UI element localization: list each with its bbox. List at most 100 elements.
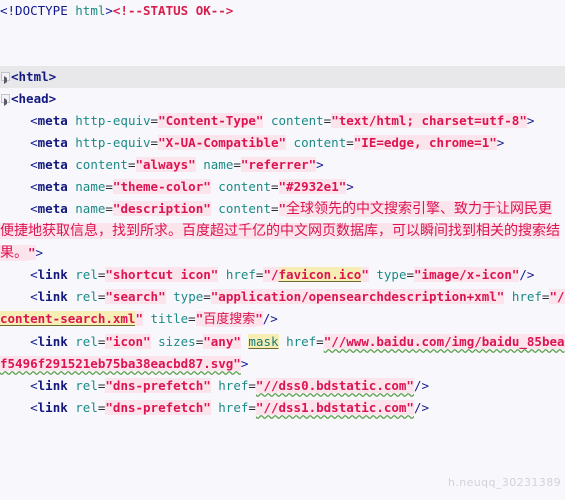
tag-close: > bbox=[240, 356, 249, 371]
code-line-link-dns-prefetch-2[interactable]: <link rel="dns-prefetch" href="//dss1.bd… bbox=[0, 397, 565, 419]
tag-open-bracket: < bbox=[30, 113, 38, 128]
code-line-head-open[interactable]: <head> bbox=[0, 88, 565, 110]
attr-value-shortcut-icon: "shortcut icon" bbox=[105, 267, 219, 282]
equals: = bbox=[105, 179, 113, 194]
code-line-doctype[interactable]: <!DOCTYPE html><!--STATUS OK--> bbox=[0, 0, 565, 22]
attr-value-dss0-host: "//dss0.bdstatic.com" bbox=[255, 378, 414, 393]
equals: = bbox=[203, 289, 211, 304]
attr-content: content bbox=[293, 135, 347, 150]
meta-tag: meta bbox=[37, 135, 68, 150]
tag-close: > bbox=[496, 135, 505, 150]
tag-close: > bbox=[526, 113, 535, 128]
tag-open-bracket: < bbox=[30, 135, 38, 150]
meta-tag: meta bbox=[37, 179, 68, 194]
tag-close: > bbox=[346, 179, 354, 194]
attr-value-content-type: "Content-Type" bbox=[158, 113, 264, 128]
link-tag: link bbox=[37, 378, 68, 393]
tag-close: > bbox=[316, 157, 324, 172]
attr-href: href bbox=[225, 267, 256, 282]
attr-href: href bbox=[511, 289, 542, 304]
meta-tag: meta bbox=[37, 157, 68, 172]
attr-title: title bbox=[150, 311, 189, 326]
attr-name: name bbox=[75, 201, 106, 216]
equals: = bbox=[248, 378, 256, 393]
attr-value-any: "any" bbox=[203, 334, 241, 349]
code-line-link-dns-prefetch-1[interactable]: <link rel="dns-prefetch" href="//dss0.bd… bbox=[0, 375, 565, 397]
code-line-meta-content-type[interactable]: <meta http-equiv="Content-Type" content=… bbox=[0, 110, 565, 132]
attr-value-ie-edge: "IE=edge, chrome=1" bbox=[353, 135, 497, 150]
status-comment: <!--STATUS OK--> bbox=[112, 3, 234, 18]
equals: = bbox=[127, 157, 136, 172]
tag-open-bracket: < bbox=[30, 289, 38, 304]
equals: = bbox=[270, 179, 279, 194]
attr-value-dss1-host: "//dss1.bdstatic.com" bbox=[255, 400, 414, 415]
attr-value-dns-prefetch: "dns-prefetch" bbox=[105, 400, 211, 415]
equals: = bbox=[150, 135, 159, 150]
equals: = bbox=[105, 201, 113, 216]
attr-name: name bbox=[203, 157, 234, 172]
equals: = bbox=[270, 201, 279, 216]
href-quote-close: " bbox=[361, 267, 369, 282]
doctype-close: > bbox=[105, 3, 113, 18]
title-value-chinese: 百度搜索 bbox=[203, 312, 256, 327]
fold-toggle-icon[interactable] bbox=[1, 72, 10, 84]
code-line-empty-2 bbox=[0, 44, 565, 66]
attr-content: content bbox=[270, 113, 324, 128]
code-line-html-open[interactable]: <html> bbox=[0, 66, 565, 88]
doctype-open: <!DOCTYPE bbox=[0, 3, 68, 18]
mask-keyword[interactable]: mask bbox=[248, 334, 279, 349]
code-line-link-search[interactable]: <link rel="search" type="application/ope… bbox=[0, 286, 565, 331]
code-line-meta-description[interactable]: <meta name="description" content="全球领先的中… bbox=[0, 198, 565, 264]
code-line-link-favicon[interactable]: <link rel="shortcut icon" href="/favicon… bbox=[0, 264, 565, 286]
code-line-meta-x-ua[interactable]: <meta http-equiv="X-UA-Compatible" conte… bbox=[0, 132, 565, 154]
content-search-link[interactable]: content-search.xml bbox=[0, 311, 136, 326]
doctype-name: html bbox=[75, 3, 106, 18]
attr-value-referrer: "referrer" bbox=[240, 157, 317, 172]
attr-href: href bbox=[218, 378, 249, 393]
attr-rel: rel bbox=[75, 289, 98, 304]
href-quote-open: "/ bbox=[263, 267, 279, 282]
equals: = bbox=[346, 135, 354, 150]
attr-href: href bbox=[218, 400, 249, 415]
tag-open-bracket: < bbox=[30, 179, 38, 194]
code-line-meta-referrer[interactable]: <meta content="always" name="referrer"> bbox=[0, 154, 565, 176]
tag-open-bracket: < bbox=[30, 334, 38, 349]
attr-type: type bbox=[173, 289, 204, 304]
attr-href: href bbox=[286, 334, 317, 349]
watermark-text: h.neuqq_30231389 bbox=[447, 476, 561, 489]
meta-tag: meta bbox=[37, 113, 68, 128]
attr-rel: rel bbox=[75, 267, 98, 282]
attr-http-equiv: http-equiv bbox=[75, 135, 151, 150]
attr-value-theme-color: "theme-color" bbox=[112, 179, 211, 194]
attr-rel: rel bbox=[75, 334, 98, 349]
href-quote-close: " bbox=[135, 311, 143, 326]
quote-close: " bbox=[28, 245, 36, 260]
fold-toggle-icon[interactable] bbox=[1, 94, 10, 106]
equals: = bbox=[188, 311, 196, 326]
attr-type: type bbox=[376, 267, 407, 282]
favicon-link[interactable]: favicon.ico bbox=[278, 267, 362, 282]
attr-value-search: "search" bbox=[105, 289, 166, 304]
quote-open: " bbox=[278, 201, 287, 216]
code-line-meta-theme-color[interactable]: <meta name="theme-color" content="#2932e… bbox=[0, 176, 565, 198]
equals: = bbox=[150, 113, 159, 128]
code-line-link-icon-mask[interactable]: <link rel="icon" sizes="any" mask href="… bbox=[0, 331, 565, 375]
attr-value-icon: "icon" bbox=[105, 334, 151, 349]
attr-value-x-ua-compatible: "X-UA-Compatible" bbox=[158, 135, 287, 150]
source-code-viewer[interactable]: <!DOCTYPE html><!--STATUS OK--> <html> <… bbox=[0, 0, 565, 500]
href-quote-open: "/ bbox=[549, 289, 565, 304]
tag-selfclose: /> bbox=[262, 311, 278, 326]
